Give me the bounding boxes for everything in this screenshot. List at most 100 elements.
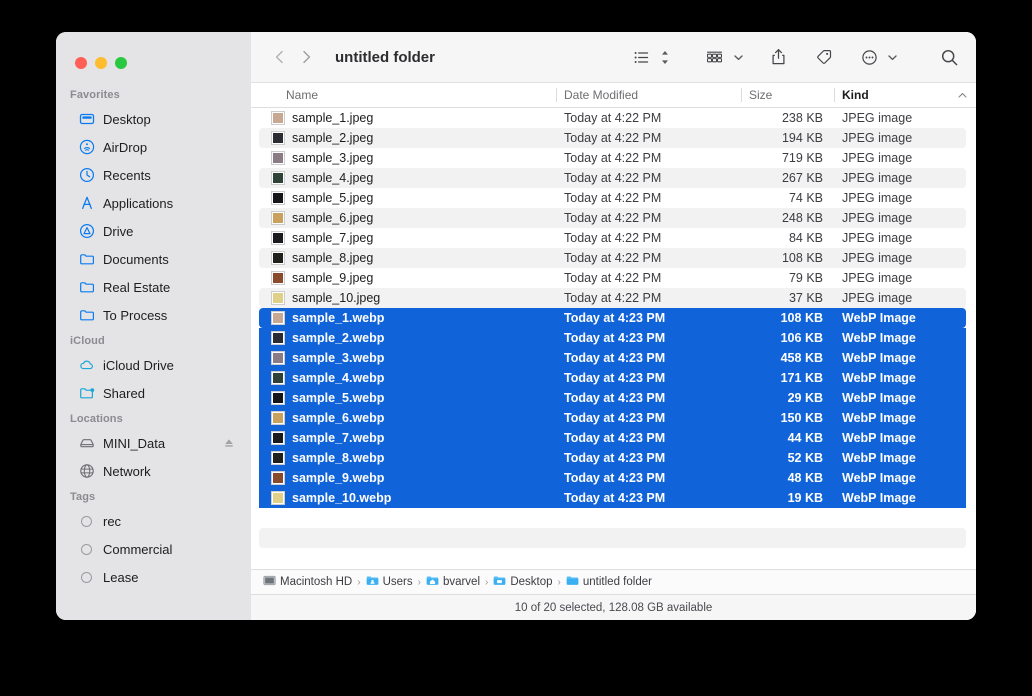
- table-row[interactable]: sample_7.webp Today at 4:23 PM 44 KB WebP I…: [259, 428, 966, 448]
- users-folder-icon: [366, 575, 379, 589]
- column-header-size[interactable]: Size: [741, 83, 834, 107]
- sidebar-item-real-estate[interactable]: Real Estate: [64, 273, 243, 301]
- file-name-cell: sample_8.webp: [259, 451, 556, 465]
- view-stepper-icon[interactable]: [656, 44, 674, 70]
- breadcrumb-item[interactable]: Macintosh HD: [263, 575, 352, 589]
- sidebar-item-tag-rec[interactable]: rec: [64, 507, 243, 535]
- table-row[interactable]: sample_10.jpeg Today at 4:22 PM 37 KB JPEG …: [259, 288, 966, 308]
- file-list[interactable]: sample_1.jpeg Today at 4:22 PM 238 KB JPEG …: [251, 108, 976, 569]
- table-row[interactable]: sample_3.webp Today at 4:23 PM 458 KB WebP …: [259, 348, 966, 368]
- file-thumbnail-icon: [271, 371, 285, 385]
- eject-icon[interactable]: [223, 437, 235, 449]
- file-date-modified: Today at 4:23 PM: [564, 391, 666, 405]
- sidebar-item-desktop[interactable]: Desktop: [64, 105, 243, 133]
- table-row[interactable]: sample_6.webp Today at 4:23 PM 150 KB WebP …: [259, 408, 966, 428]
- group-chevron-icon[interactable]: [730, 44, 747, 70]
- sidebar-item-shared[interactable]: Shared: [64, 379, 243, 407]
- column-header-date-modified[interactable]: Date Modified: [556, 83, 741, 107]
- file-kind: JPEG image: [842, 171, 913, 185]
- sidebar-item-documents[interactable]: Documents: [64, 245, 243, 273]
- table-row[interactable]: sample_5.jpeg Today at 4:22 PM 74 KB JPEG i…: [259, 188, 966, 208]
- breadcrumb-item[interactable]: untitled folder: [566, 575, 652, 589]
- file-kind: WebP Image: [842, 391, 916, 405]
- sidebar-item-icloud-drive[interactable]: iCloud Drive: [64, 351, 243, 379]
- file-name-cell: sample_3.jpeg: [259, 151, 556, 165]
- file-date-modified: Today at 4:22 PM: [564, 131, 662, 145]
- sidebar-item-label: MINI_Data: [103, 435, 166, 451]
- file-kind: WebP Image: [842, 331, 916, 345]
- file-size: 106 KB: [780, 331, 823, 345]
- folder-icon: [78, 307, 95, 324]
- view-controls: [630, 44, 674, 70]
- close-button[interactable]: [75, 57, 87, 69]
- file-size: 19 KB: [787, 491, 823, 505]
- file-thumbnail-icon: [271, 391, 285, 405]
- sidebar-item-to-process[interactable]: To Process: [64, 301, 243, 329]
- table-row[interactable]: sample_10.webp Today at 4:23 PM 19 KB WebP …: [259, 488, 966, 508]
- file-size: 79 KB: [788, 271, 823, 285]
- table-row[interactable]: sample_5.webp Today at 4:23 PM 29 KB WebP I…: [259, 388, 966, 408]
- clock-icon: [78, 167, 95, 184]
- forward-button[interactable]: [293, 44, 319, 70]
- sidebar-item-drive[interactable]: Drive: [64, 217, 243, 245]
- file-name: sample_8.jpeg: [292, 251, 374, 265]
- sidebar-item-tag-commercial[interactable]: Commercial: [64, 535, 243, 563]
- more-icon[interactable]: [858, 44, 881, 70]
- group-by-icon[interactable]: [702, 44, 727, 70]
- file-name: sample_10.jpeg: [292, 291, 381, 305]
- breadcrumb-item[interactable]: bvarvel: [426, 575, 480, 589]
- column-header-kind[interactable]: Kind: [834, 83, 976, 107]
- sidebar-section-favorites-header: Favorites: [70, 89, 120, 101]
- table-row[interactable]: sample_1.webp Today at 4:23 PM 108 KB WebP …: [259, 308, 966, 328]
- sidebar-item-network[interactable]: Network: [64, 457, 243, 485]
- table-row[interactable]: sample_9.webp Today at 4:23 PM 48 KB WebP I…: [259, 468, 966, 488]
- table-row[interactable]: sample_2.jpeg Today at 4:22 PM 194 KB JPEG …: [259, 128, 966, 148]
- hard-disk-icon: [263, 575, 276, 589]
- airdrop-icon: [78, 139, 95, 156]
- table-row[interactable]: sample_9.jpeg Today at 4:22 PM 79 KB JPEG i…: [259, 268, 966, 288]
- main-pane: untitled folder Name Date Modified Size …: [251, 32, 976, 620]
- file-kind: WebP Image: [842, 351, 916, 365]
- sidebar-item-mini-data[interactable]: MINI_Data: [64, 429, 243, 457]
- column-header-label: Name: [286, 88, 319, 102]
- file-date-modified: Today at 4:23 PM: [564, 471, 666, 485]
- minimize-button[interactable]: [95, 57, 107, 69]
- table-row[interactable]: sample_8.webp Today at 4:23 PM 52 KB WebP I…: [259, 448, 966, 468]
- table-row[interactable]: sample_3.jpeg Today at 4:22 PM 719 KB JPEG …: [259, 148, 966, 168]
- file-date-modified: Today at 4:22 PM: [564, 111, 662, 125]
- share-icon[interactable]: [767, 44, 790, 70]
- file-name-cell: sample_10.webp: [259, 491, 556, 505]
- breadcrumb-separator: ›: [557, 576, 561, 588]
- search-icon[interactable]: [937, 44, 962, 70]
- breadcrumb-item[interactable]: Desktop: [493, 575, 553, 589]
- file-name-cell: sample_7.webp: [259, 431, 556, 445]
- file-thumbnail-icon: [271, 251, 285, 265]
- tag-icon[interactable]: [812, 44, 836, 70]
- file-name-cell: sample_5.webp: [259, 391, 556, 405]
- more-chevron-icon[interactable]: [884, 44, 901, 70]
- back-button[interactable]: [267, 44, 293, 70]
- sidebar-item-applications[interactable]: Applications: [64, 189, 243, 217]
- file-date-modified: Today at 4:22 PM: [564, 151, 662, 165]
- list-view-icon[interactable]: [630, 44, 653, 70]
- table-row[interactable]: sample_1.jpeg Today at 4:22 PM 238 KB JPEG …: [259, 108, 966, 128]
- table-row[interactable]: sample_7.jpeg Today at 4:22 PM 84 KB JPEG i…: [259, 228, 966, 248]
- breadcrumb-separator: ›: [485, 576, 489, 588]
- table-row[interactable]: sample_4.webp Today at 4:23 PM 171 KB WebP …: [259, 368, 966, 388]
- sidebar-item-recents[interactable]: Recents: [64, 161, 243, 189]
- table-row[interactable]: sample_2.webp Today at 4:23 PM 106 KB WebP …: [259, 328, 966, 348]
- table-row[interactable]: sample_4.jpeg Today at 4:22 PM 267 KB JPEG …: [259, 168, 966, 188]
- breadcrumb-item[interactable]: Users: [366, 575, 413, 589]
- table-row[interactable]: sample_6.jpeg Today at 4:22 PM 248 KB JPEG …: [259, 208, 966, 228]
- column-header-name[interactable]: Name: [251, 83, 556, 107]
- breadcrumb: Macintosh HD › Users › bvarvel › Desktop › untit…: [251, 569, 976, 594]
- maximize-button[interactable]: [115, 57, 127, 69]
- file-name-cell: sample_3.webp: [259, 351, 556, 365]
- file-thumbnail-icon: [271, 451, 285, 465]
- file-kind: WebP Image: [842, 451, 916, 465]
- tag-circle-icon: [81, 571, 92, 583]
- table-row[interactable]: sample_8.jpeg Today at 4:22 PM 108 KB JPEG …: [259, 248, 966, 268]
- breadcrumb-label: untitled folder: [582, 576, 652, 588]
- sidebar-item-tag-lease[interactable]: Lease: [64, 563, 243, 591]
- sidebar-item-airdrop[interactable]: AirDrop: [64, 133, 243, 161]
